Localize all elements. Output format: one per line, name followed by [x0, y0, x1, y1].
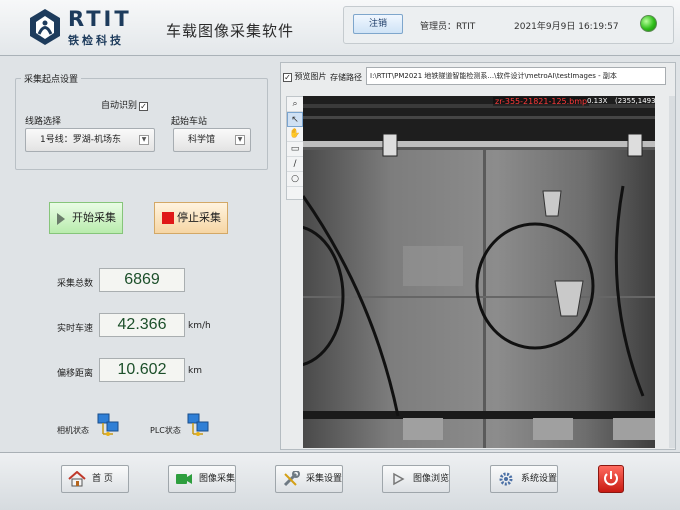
camera-status-label: 相机状态 [57, 426, 89, 435]
tunnel-wall-image [303, 96, 655, 448]
station-select-value: 科学馆 [188, 135, 216, 145]
rectangle-icon[interactable]: ▭ [287, 142, 303, 157]
capture-settings-label: 采集设置 [306, 474, 343, 484]
line-icon[interactable]: ∕ [287, 157, 303, 172]
image-toolbar: ⌕ ↖ ✋ ▭ ∕ ○ [286, 96, 304, 200]
left-panel: 采集起点设置 自动识别 ✓ 线路选择 起始车站 1号线：罗湖-机场东 ▼ 科学馆 … [7, 62, 272, 447]
play-icon [393, 472, 405, 486]
home-button[interactable]: 首 页 [61, 465, 129, 493]
status-bar: 注销 管理员：RTIT 2021年9月9日 16:19:57 [343, 6, 674, 44]
datetime-display: 2021年9月9日 16:19:57 [514, 22, 619, 32]
home-label: 首 页 [92, 474, 113, 484]
preview-option[interactable]: ✓ 预览图片 [281, 71, 327, 82]
logout-button[interactable]: 注销 [353, 14, 403, 34]
station-select-label: 起始车站 [171, 117, 208, 127]
plc-network-status-icon [187, 413, 209, 436]
rtit-shield-logo-icon [30, 9, 60, 45]
offset-distance-label: 偏移距离 [57, 369, 94, 379]
total-count-value: 6869 [99, 268, 185, 292]
gear-icon [499, 472, 513, 486]
wrench-screwdriver-icon [283, 471, 300, 487]
logo-subtitle: 铁检科技 [68, 34, 124, 47]
hand-icon[interactable]: ✋ [287, 127, 303, 142]
stop-capture-button[interactable]: 停止采集 [154, 202, 228, 234]
offset-distance-unit: km [188, 366, 202, 376]
app-header: RTIT 铁检科技 车载图像采集软件 注销 管理员：RTIT 2021年9月9日… [0, 0, 680, 56]
auto-identify-label: 自动识别 [101, 101, 138, 111]
plc-status-label: PLC状态 [150, 426, 181, 435]
pointer-icon[interactable]: ↖ [287, 112, 303, 127]
image-preview-panel: ✓ 预览图片 存储路径 I:\RTIT\PM2021 地铁隧道智能检测系...\… [280, 62, 676, 450]
admin-label: 管理员：RTIT [420, 22, 476, 32]
camera-network-status-icon [97, 413, 119, 436]
image-capture-button[interactable]: 图像采集 [168, 465, 236, 493]
start-capture-button[interactable]: 开始采集 [49, 202, 123, 234]
tunnel-image-canvas[interactable]: zr-355-21821-125.bmp 0.13X (2355,1493) [303, 96, 655, 448]
capture-settings-button[interactable]: 采集设置 [275, 465, 343, 493]
image-capture-label: 图像采集 [199, 474, 236, 484]
auto-identify-checkbox[interactable]: ✓ [139, 102, 149, 111]
image-browse-button[interactable]: 图像浏览 [382, 465, 450, 493]
start-capture-label: 开始采集 [72, 211, 116, 224]
video-camera-icon [176, 474, 192, 484]
zoom-icon[interactable]: ⌕ [287, 97, 303, 112]
logo-text: RTIT [68, 7, 132, 31]
power-button[interactable] [598, 465, 624, 493]
chevron-down-icon[interactable]: ▼ [139, 135, 149, 145]
station-select[interactable]: 科学馆 ▼ [173, 128, 251, 152]
connection-status-led-icon [640, 15, 657, 32]
total-count-label: 采集总数 [57, 279, 94, 289]
preview-label: 预览图片 [294, 72, 327, 81]
save-path-value: I:\RTIT\PM2021 地铁隧道智能检测系...\软件设计\metroAI… [370, 72, 617, 80]
speed-value: 42.366 [99, 313, 185, 337]
system-settings-label: 系统设置 [521, 474, 558, 484]
speed-unit: km/h [188, 321, 211, 331]
preview-checkbox[interactable]: ✓ [283, 73, 292, 82]
line-select-value: 1号线：罗湖-机场东 [40, 135, 121, 145]
offset-distance-value: 10.602 [99, 358, 185, 382]
power-icon [604, 471, 618, 486]
group-title: 采集起点设置 [21, 72, 82, 85]
image-browse-label: 图像浏览 [413, 474, 450, 484]
line-select-label: 线路选择 [25, 117, 62, 127]
speed-label: 实时车速 [57, 324, 94, 334]
vertical-scrollbar[interactable] [669, 96, 675, 448]
home-icon [68, 471, 86, 487]
bottom-nav-bar: 首 页 图像采集 采集设置 图像浏览 系统设置 [0, 452, 680, 510]
app-title: 车载图像采集软件 [166, 22, 295, 40]
cursor-coord-overlay: (2355,1493) [615, 97, 655, 105]
zoom-level-overlay: 0.13X [587, 97, 608, 105]
system-settings-button[interactable]: 系统设置 [490, 465, 558, 493]
play-icon [57, 213, 65, 225]
auto-identify-option[interactable]: 自动识别 ✓ [101, 98, 149, 111]
stop-icon [162, 212, 174, 224]
save-path-label: 存储路径 [330, 73, 362, 82]
lasso-icon[interactable]: ○ [287, 172, 303, 187]
stop-capture-label: 停止采集 [177, 211, 221, 224]
image-filename-overlay: zr-355-21821-125.bmp [493, 97, 590, 106]
chevron-down-icon[interactable]: ▼ [235, 135, 245, 145]
save-path-field[interactable]: I:\RTIT\PM2021 地铁隧道智能检测系...\软件设计\metroAI… [366, 67, 666, 85]
line-select[interactable]: 1号线：罗湖-机场东 ▼ [25, 128, 155, 152]
